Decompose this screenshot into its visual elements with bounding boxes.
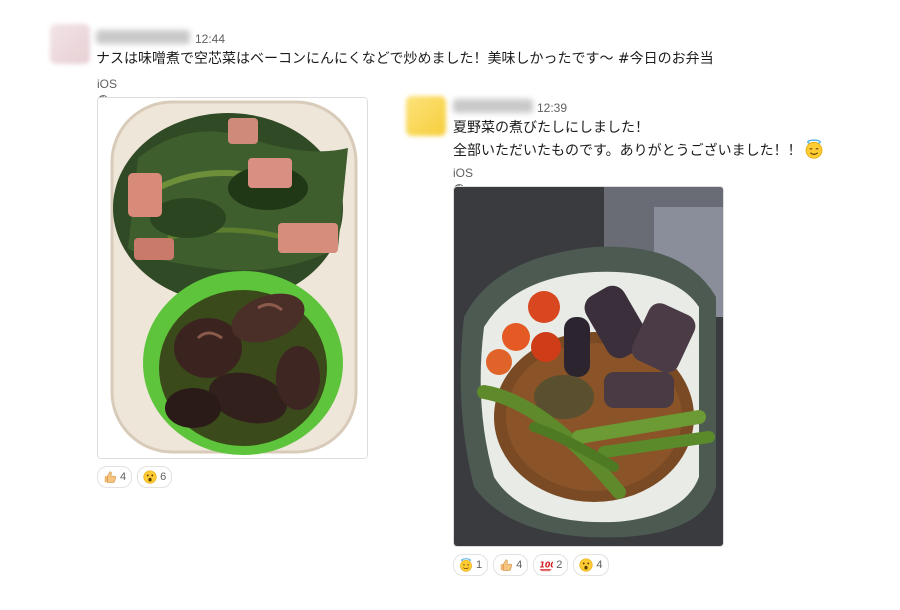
- image-stewed-vegetables[interactable]: [453, 186, 724, 547]
- thumbs-up-icon: [499, 558, 513, 572]
- sender-name[interactable]: [96, 30, 190, 44]
- avatar[interactable]: [50, 24, 90, 64]
- sender-name[interactable]: [453, 99, 533, 113]
- innocent-face-icon: [459, 558, 473, 572]
- reaction-bar: 4 6: [97, 466, 173, 488]
- image-bento[interactable]: [97, 97, 368, 459]
- reaction-count: 4: [120, 471, 127, 483]
- message-timestamp[interactable]: 12:44: [195, 32, 225, 46]
- message-text: ナスは味噌煮で空芯菜はベーコンにんにくなどで炒めました！美味しかったです〜 #今…: [96, 51, 714, 67]
- stewed-vegetables-photo: [454, 187, 723, 546]
- reaction-astonished[interactable]: 6: [137, 466, 173, 488]
- reaction-count: 6: [160, 471, 167, 483]
- message-text: 全部いただいたものです。ありがとうございました！！: [453, 143, 802, 159]
- reaction-thumbs-up[interactable]: 4: [97, 466, 133, 488]
- hundred-points-icon: [539, 558, 553, 572]
- thumbs-up-icon: [103, 470, 117, 484]
- reaction-innocent[interactable]: 1: [453, 554, 489, 576]
- innocent-face-icon: [804, 139, 824, 159]
- reaction-hundred[interactable]: 2: [533, 554, 569, 576]
- reaction-thumbs-up[interactable]: 4: [493, 554, 529, 576]
- reaction-bar: 1 4 2 4: [453, 554, 609, 576]
- bento-photo: [98, 98, 367, 458]
- message-text-line-2: 全部いただいたものです。ありがとうございました！！: [453, 139, 824, 162]
- reaction-count: 1: [476, 559, 483, 571]
- message-text-line-1: 夏野菜の煮びたしにしました！: [453, 120, 649, 136]
- reaction-count: 2: [556, 559, 563, 571]
- reaction-count: 4: [516, 559, 523, 571]
- astonished-face-icon: [579, 558, 593, 572]
- avatar[interactable]: [406, 96, 446, 136]
- reaction-astonished[interactable]: 4: [573, 554, 609, 576]
- astonished-face-icon: [143, 470, 157, 484]
- message-timestamp[interactable]: 12:39: [537, 101, 567, 115]
- reaction-count: 4: [596, 559, 603, 571]
